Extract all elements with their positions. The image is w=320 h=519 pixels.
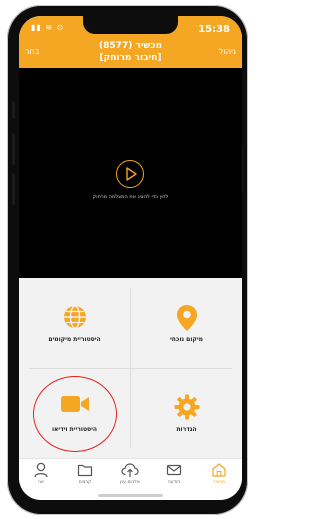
person-icon: [19, 462, 63, 478]
page-title: מכשיר (8577) [חיבור מרוחק]: [19, 40, 242, 64]
location-history-tile[interactable]: היסטוריית מיקומים: [19, 278, 130, 368]
header-bar: ▮▮ ≋ ⊙ 15:38 מכשיר (8577) [חיבור מרוחק] …: [19, 16, 242, 68]
remote-camera-view[interactable]: לחץ כדי להציג את המצלמה מרחוק: [19, 68, 242, 278]
play-icon[interactable]: [116, 160, 144, 188]
tab-me[interactable]: אני: [19, 462, 63, 485]
tab-label: מכשיר: [212, 480, 226, 485]
tab-cloud-album[interactable]: אלבום ענן: [108, 462, 152, 485]
select-button[interactable]: בחר: [25, 47, 39, 56]
tile-label: היסטוריית מיקומים: [48, 336, 101, 343]
tile-label: מיקום נוכחי: [170, 336, 203, 343]
video-caption: לחץ כדי להציג את המצלמה מרחוק: [92, 194, 169, 200]
gear-icon: [131, 394, 242, 424]
app-screen: ▮▮ ≋ ⊙ 15:38 מכשיר (8577) [חיבור מרוחק] …: [19, 16, 242, 500]
status-icons: ▮▮ ≋ ⊙: [31, 23, 65, 32]
globe-icon: [19, 304, 130, 334]
tab-label: קבצים: [78, 480, 92, 485]
highlight-circle: [33, 376, 117, 452]
tab-files[interactable]: קבצים: [63, 462, 107, 485]
manage-button[interactable]: ניהול: [219, 47, 236, 56]
settings-tile[interactable]: הגדרות: [131, 368, 242, 458]
home-indicator: [98, 494, 163, 497]
tab-label: אלבום ענן: [120, 480, 140, 485]
volume-up-button: [12, 133, 15, 165]
folder-icon: [63, 462, 107, 478]
device-title: מכשיר (8577): [99, 41, 162, 51]
cloud-upload-icon: [108, 462, 152, 478]
tab-label: אני: [38, 480, 44, 485]
connection-subtitle: [חיבור מרוחק]: [99, 53, 162, 63]
status-time: 15:38: [198, 24, 230, 35]
bottom-tab-bar: אני קבצים אלבום ענן הודעה מכשיר: [19, 458, 242, 500]
home-icon: [197, 462, 241, 478]
volume-down-button: [12, 173, 15, 205]
tab-messages[interactable]: הודעה: [152, 462, 196, 485]
envelope-icon: [152, 462, 196, 478]
location-pin-icon: [131, 304, 242, 336]
tab-device[interactable]: מכשיר: [197, 462, 241, 485]
current-location-tile[interactable]: מיקום נוכחי: [131, 278, 242, 368]
tile-label: הגדרות: [176, 426, 197, 433]
camera-notch: [83, 16, 178, 34]
feature-grid: היסטוריית מיקומים מיקום נוכחי היסטוריית …: [19, 278, 242, 458]
mute-switch: [12, 101, 15, 119]
tab-label: הודעה: [167, 480, 181, 485]
